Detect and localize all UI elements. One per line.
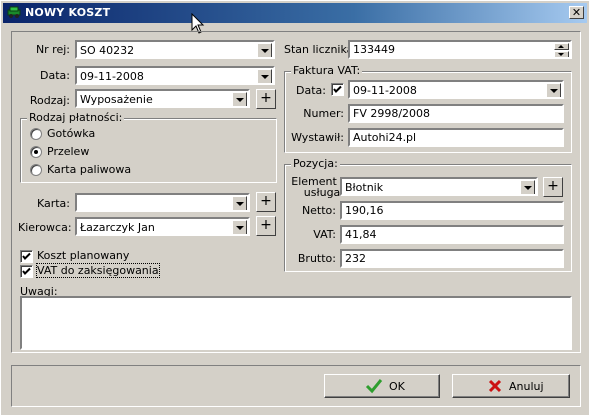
uwagi-textarea[interactable] [20, 296, 572, 350]
data-combo[interactable]: 09-11-2008 [75, 66, 275, 85]
netto-label: Netto: [301, 204, 336, 217]
data-value: 09-11-2008 [80, 70, 144, 83]
faktura-title: Faktura VAT: [291, 64, 363, 77]
checkmark-icon [22, 267, 31, 275]
radio-gotowka-label: Gotówka [47, 127, 96, 140]
radio-przelew[interactable] [30, 146, 42, 158]
stan-licznika-label: Stan licznika: [284, 43, 358, 56]
koszt-planowany-checkbox[interactable] [20, 250, 33, 263]
element-label: Element / usługa: [288, 176, 344, 198]
radio-karta-paliwowa-label: Karta paliwowa [47, 163, 132, 176]
faktura-data-combo[interactable]: 09-11-2008 [348, 80, 564, 99]
vat-do-zaksiegowania-label: VAT do zaksięgowania [36, 263, 160, 278]
brutto-value: 232 [345, 252, 366, 265]
brutto-label: Brutto: [297, 252, 336, 265]
checkmark-icon [22, 252, 31, 260]
kierowca-value: Łazarczyk Jan [80, 221, 155, 234]
vat-input[interactable]: 41,84 [340, 225, 564, 244]
netto-value: 190,16 [345, 204, 384, 217]
brutto-input[interactable]: 232 [340, 249, 564, 268]
rodzaj-label: Rodzaj: [29, 94, 70, 107]
vat-value: 41,84 [345, 228, 377, 241]
element-combo[interactable]: Błotnik [340, 177, 538, 196]
close-icon: ✕ [571, 6, 582, 19]
chevron-down-icon[interactable] [232, 196, 247, 210]
radio-karta-paliwowa[interactable] [30, 164, 42, 176]
radio-przelew-label: Przelew [47, 145, 90, 158]
vat-label: VAT: [313, 228, 336, 241]
add-karta-button[interactable]: + [256, 192, 276, 212]
element-label-line2: usługa: [303, 186, 344, 199]
element-value: Błotnik [345, 181, 384, 194]
stan-licznika-value: 133449 [353, 43, 395, 56]
chevron-down-icon[interactable] [257, 69, 272, 83]
faktura-data-checkbox[interactable] [331, 83, 344, 96]
numer-value: FV 2998/2008 [353, 107, 431, 120]
netto-input[interactable]: 190,16 [340, 201, 564, 220]
add-kierowca-button[interactable]: + [256, 216, 276, 236]
button-panel: OK Anuluj [11, 365, 581, 407]
rodzaj-value: Wyposażenie [80, 93, 153, 106]
check-icon [365, 379, 383, 394]
wystawil-input[interactable]: Autohi24.pl [348, 128, 564, 147]
close-button[interactable]: ✕ [569, 6, 584, 19]
faktura-data-label: Data: [296, 84, 326, 97]
rodzaj-combo[interactable]: Wyposażenie [75, 89, 250, 108]
stan-licznika-spinner[interactable]: 133449 [348, 40, 572, 59]
numer-label: Numer: [303, 107, 344, 120]
anuluj-button[interactable]: Anuluj [452, 374, 570, 398]
car-icon [7, 6, 21, 18]
spinner-arrows-icon[interactable] [554, 43, 569, 57]
pozycja-title: Pozycja: [291, 157, 340, 170]
main-panel: Nr rej: SO 40232 Data: 09-11-2008 Rodzaj… [11, 31, 581, 353]
karta-label: Karta: [36, 197, 70, 210]
add-rodzaj-button[interactable]: + [256, 89, 276, 109]
checkmark-icon [333, 85, 342, 93]
radio-gotowka[interactable] [30, 128, 42, 140]
add-element-button[interactable]: + [543, 177, 563, 197]
wystawil-value: Autohi24.pl [353, 131, 417, 144]
vat-do-zaksiegowania-checkbox[interactable] [20, 265, 33, 278]
wystawil-label: Wystawił: [291, 131, 344, 144]
chevron-down-icon[interactable] [520, 180, 535, 194]
kierowca-combo[interactable]: Łazarczyk Jan [75, 217, 250, 236]
faktura-data-value: 09-11-2008 [353, 84, 417, 97]
ok-label: OK [389, 380, 405, 393]
numer-input[interactable]: FV 2998/2008 [348, 104, 564, 123]
nr-rej-value: SO 40232 [80, 44, 135, 57]
anuluj-label: Anuluj [509, 380, 544, 393]
nr-rej-combo[interactable]: SO 40232 [75, 40, 275, 59]
chevron-down-icon[interactable] [232, 92, 247, 106]
dialog-window: NOWY KOSZT ✕ Nr rej: SO 40232 Data: 09-1… [0, 0, 590, 416]
karta-combo[interactable] [75, 193, 250, 212]
title-bar[interactable]: NOWY KOSZT ✕ [3, 3, 587, 23]
ok-button[interactable]: OK [324, 374, 440, 398]
data-label: Data: [40, 69, 70, 82]
cancel-x-icon [488, 379, 502, 393]
chevron-down-icon[interactable] [546, 83, 561, 97]
window-title: NOWY KOSZT [25, 6, 111, 19]
nr-rej-label: Nr rej: [35, 43, 70, 56]
kierowca-label: Kierowca: [18, 221, 72, 234]
chevron-down-icon[interactable] [257, 43, 272, 57]
platnosc-title: Rodzaj płatności: [27, 111, 125, 124]
koszt-planowany-label: Koszt planowany [37, 249, 130, 262]
chevron-down-icon[interactable] [232, 220, 247, 234]
